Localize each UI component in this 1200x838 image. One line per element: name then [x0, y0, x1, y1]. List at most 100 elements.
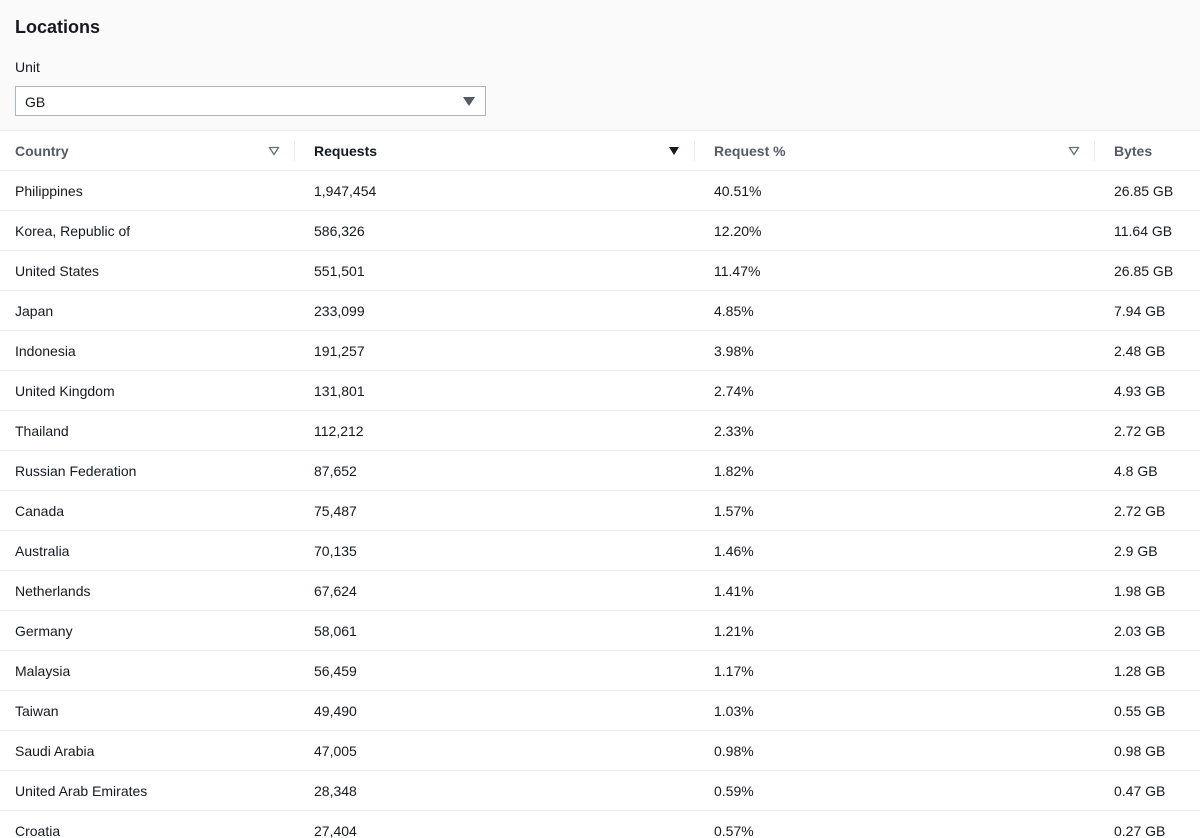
cell-requests: 87,652 [294, 450, 694, 491]
cell-requests: 56,459 [294, 650, 694, 691]
column-separator [294, 141, 295, 161]
table-row: Philippines 1,947,454 40.51% 26.85 GB [0, 170, 1200, 211]
column-header-label: Requests [314, 142, 378, 159]
table-row: Saudi Arabia 47,005 0.98% 0.98 GB [0, 730, 1200, 771]
table-row: United Arab Emirates 28,348 0.59% 0.47 GB [0, 770, 1200, 811]
cell-requests: 112,212 [294, 410, 694, 451]
table-row: Korea, Republic of 586,326 12.20% 11.64 GB [0, 210, 1200, 251]
table-row: Netherlands 67,624 1.41% 1.98 GB [0, 570, 1200, 611]
locations-panel-header: Locations Unit GB [0, 0, 1200, 131]
cell-bytes: 2.03 GB [1094, 610, 1200, 651]
cell-requests: 233,099 [294, 290, 694, 331]
cell-request-pct: 1.21% [694, 610, 1094, 651]
cell-country: Croatia [0, 810, 294, 838]
table-row: Taiwan 49,490 1.03% 0.55 GB [0, 690, 1200, 731]
cell-request-pct: 1.03% [694, 690, 1094, 731]
cell-requests: 27,404 [294, 810, 694, 838]
cell-request-pct: 0.59% [694, 770, 1094, 811]
cell-bytes: 1.28 GB [1094, 650, 1200, 691]
cell-country: Canada [0, 490, 294, 531]
cell-bytes: 2.72 GB [1094, 490, 1200, 531]
sort-descending-icon [669, 146, 679, 155]
cell-request-pct: 12.20% [694, 210, 1094, 251]
table-row: Indonesia 191,257 3.98% 2.48 GB [0, 330, 1200, 371]
cell-country: United Kingdom [0, 370, 294, 411]
cell-bytes: 1.98 GB [1094, 570, 1200, 611]
cell-bytes: 2.72 GB [1094, 410, 1200, 451]
column-header-request-pct[interactable]: Request % [694, 131, 1094, 171]
cell-request-pct: 1.57% [694, 490, 1094, 531]
column-header-requests[interactable]: Requests [294, 131, 694, 171]
cell-requests: 67,624 [294, 570, 694, 611]
cell-request-pct: 2.74% [694, 370, 1094, 411]
cell-requests: 49,490 [294, 690, 694, 731]
cell-requests: 586,326 [294, 210, 694, 251]
cell-bytes: 11.64 GB [1094, 210, 1200, 251]
cell-country: United States [0, 250, 294, 291]
cell-country: Korea, Republic of [0, 210, 294, 251]
column-separator [1094, 141, 1095, 161]
cell-country: Malaysia [0, 650, 294, 691]
column-separator [694, 141, 695, 161]
cell-requests: 70,135 [294, 530, 694, 571]
column-header-label: Request % [714, 142, 786, 159]
table-row: United States 551,501 11.47% 26.85 GB [0, 250, 1200, 291]
unit-select[interactable]: GB [15, 86, 486, 116]
cell-bytes: 0.47 GB [1094, 770, 1200, 811]
sort-inactive-icon [268, 146, 280, 156]
cell-request-pct: 1.82% [694, 450, 1094, 491]
column-header-label: Country [15, 142, 69, 159]
cell-bytes: 2.48 GB [1094, 330, 1200, 371]
table-header-row: Country Requests Request % Bytes [0, 131, 1200, 171]
cell-bytes: 26.85 GB [1094, 170, 1200, 211]
column-header-label: Bytes [1114, 142, 1153, 159]
unit-label: Unit [15, 59, 40, 75]
cell-bytes: 0.55 GB [1094, 690, 1200, 731]
cell-country: Russian Federation [0, 450, 294, 491]
table-row: Germany 58,061 1.21% 2.03 GB [0, 610, 1200, 651]
cell-request-pct: 4.85% [694, 290, 1094, 331]
cell-request-pct: 11.47% [694, 250, 1094, 291]
locations-table: Country Requests Request % Bytes Philipp… [0, 131, 1200, 838]
cell-request-pct: 2.33% [694, 410, 1094, 451]
cell-requests: 1,947,454 [294, 170, 694, 211]
cell-country: Australia [0, 530, 294, 571]
cell-requests: 75,487 [294, 490, 694, 531]
cell-country: Japan [0, 290, 294, 331]
cell-country: Germany [0, 610, 294, 651]
cell-country: Indonesia [0, 330, 294, 371]
cell-requests: 191,257 [294, 330, 694, 371]
cell-request-pct: 1.41% [694, 570, 1094, 611]
cell-country: Thailand [0, 410, 294, 451]
table-row: Australia 70,135 1.46% 2.9 GB [0, 530, 1200, 571]
table-row: Croatia 27,404 0.57% 0.27 GB [0, 810, 1200, 838]
cell-bytes: 4.93 GB [1094, 370, 1200, 411]
cell-bytes: 0.98 GB [1094, 730, 1200, 771]
table-row: United Kingdom 131,801 2.74% 4.93 GB [0, 370, 1200, 411]
cell-bytes: 7.94 GB [1094, 290, 1200, 331]
column-header-bytes[interactable]: Bytes [1094, 131, 1200, 171]
cell-request-pct: 40.51% [694, 170, 1094, 211]
unit-select-value: GB [25, 94, 46, 110]
cell-country: Philippines [0, 170, 294, 211]
table-row: Russian Federation 87,652 1.82% 4.8 GB [0, 450, 1200, 491]
cell-request-pct: 1.17% [694, 650, 1094, 691]
cell-country: United Arab Emirates [0, 770, 294, 811]
cell-bytes: 2.9 GB [1094, 530, 1200, 571]
cell-bytes: 0.27 GB [1094, 810, 1200, 838]
cell-country: Netherlands [0, 570, 294, 611]
column-header-country[interactable]: Country [0, 131, 294, 171]
table-row: Japan 233,099 4.85% 7.94 GB [0, 290, 1200, 331]
cell-requests: 131,801 [294, 370, 694, 411]
table-row: Malaysia 56,459 1.17% 1.28 GB [0, 650, 1200, 691]
cell-bytes: 4.8 GB [1094, 450, 1200, 491]
cell-request-pct: 3.98% [694, 330, 1094, 371]
cell-requests: 28,348 [294, 770, 694, 811]
cell-requests: 47,005 [294, 730, 694, 771]
cell-requests: 58,061 [294, 610, 694, 651]
cell-country: Saudi Arabia [0, 730, 294, 771]
cell-request-pct: 1.46% [694, 530, 1094, 571]
cell-request-pct: 0.98% [694, 730, 1094, 771]
cell-requests: 551,501 [294, 250, 694, 291]
panel-title: Locations [15, 17, 101, 37]
